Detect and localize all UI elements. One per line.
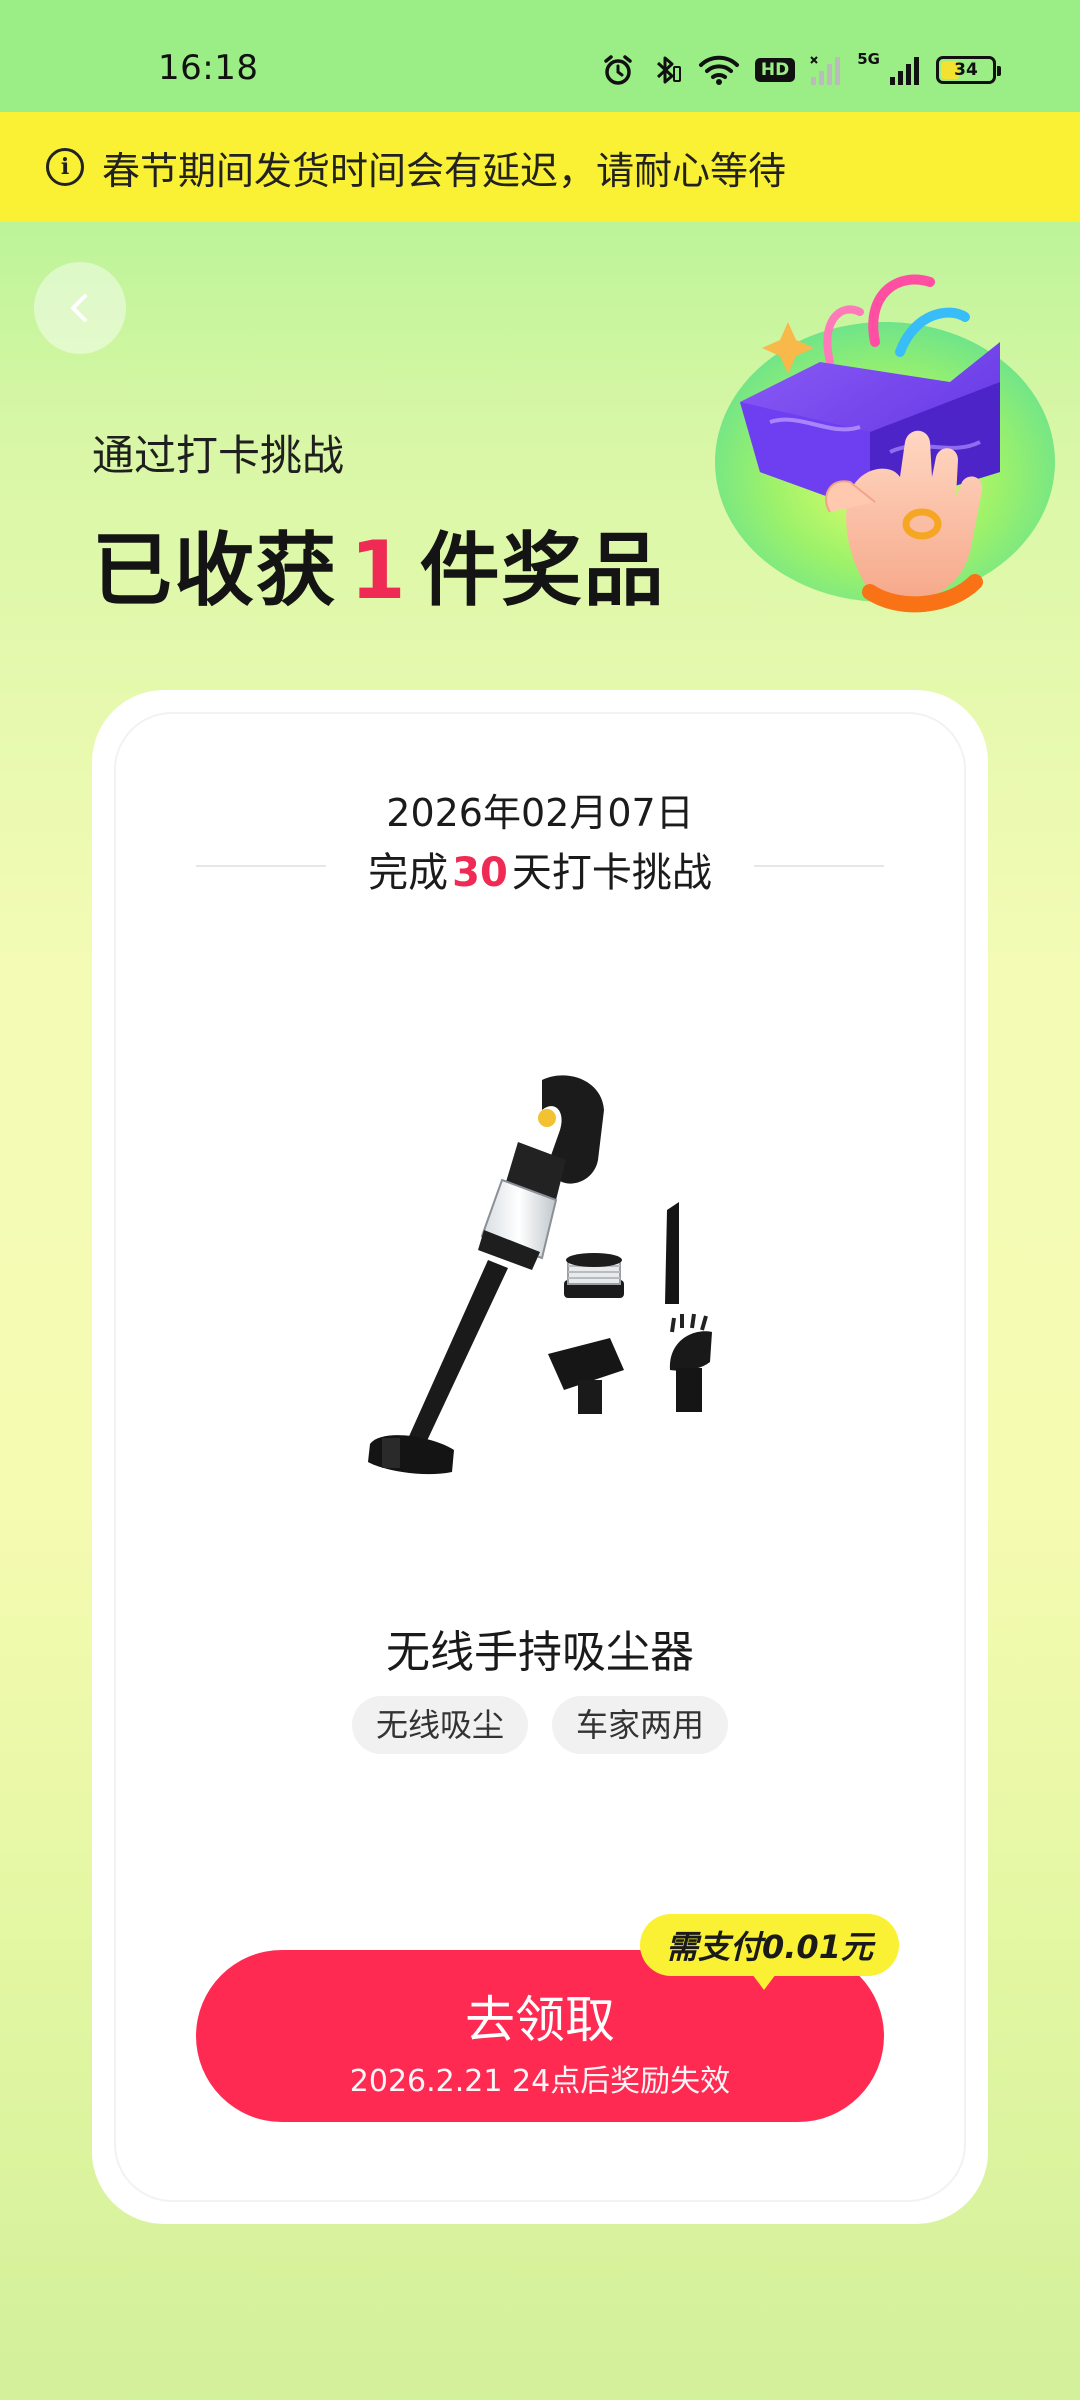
battery-level: 34 [954, 60, 978, 80]
prize-count: 1 [350, 524, 408, 617]
gift-box-hand-illustration [715, 274, 1055, 613]
hd-icon: HD [754, 58, 796, 82]
claim-button-label: 去领取 [465, 1991, 615, 2049]
challenge-date: 2026年02月07日 [386, 791, 694, 835]
challenge-summary: 完成 30 天打卡挑战 [92, 840, 988, 898]
payment-badge: 需支付0.01元 [640, 1914, 899, 1990]
bluetooth-icon [649, 53, 683, 87]
challenge-suffix: 天打卡挑战 [511, 850, 712, 896]
vacuum-cleaner-image [368, 1075, 712, 1475]
product-tags: 无线吸尘 车家两用 [92, 1696, 988, 1754]
prize-card: 2026年02月07日 完成 30 天打卡挑战 无线手持吸尘器 无线吸尘 车家两… [92, 690, 988, 2224]
status-time: 16:18 [158, 48, 259, 88]
alarm-icon [601, 53, 635, 87]
status-icons: HD 5G 34 [601, 50, 1001, 90]
product-tag: 无线吸尘 [351, 1696, 528, 1754]
hero-title-suffix: 件奖品 [419, 524, 666, 617]
notice-text: 春节期间发货时间会有延迟，请耐心等待 [102, 148, 787, 193]
back-button[interactable] [34, 262, 126, 354]
chevron-left-icon [71, 294, 87, 322]
status-bar: 16:18 HD 5G 34 [0, 0, 1080, 112]
challenge-prefix: 完成 [368, 850, 449, 896]
notice-banner: i 春节期间发货时间会有延迟，请耐心等待 [0, 112, 1080, 222]
hero-title-prefix: 已收获 [92, 524, 338, 617]
signal-5g-label: 5G [857, 50, 880, 68]
signal-5g-icon [888, 53, 922, 87]
claim-expiry-text: 2026.2.21 24点后奖励失效 [349, 2064, 731, 2099]
product-name: 无线手持吸尘器 [386, 1627, 694, 1678]
product-tag: 车家两用 [552, 1696, 729, 1754]
hero-title: 已收获 1 件奖品 [92, 506, 666, 622]
signal-icon [809, 53, 843, 87]
info-icon: i [46, 148, 84, 186]
challenge-days: 30 [452, 850, 508, 896]
battery-icon: 34 [936, 56, 1001, 84]
wifi-icon [697, 53, 741, 87]
hero-subtitle: 通过打卡挑战 [92, 431, 345, 480]
